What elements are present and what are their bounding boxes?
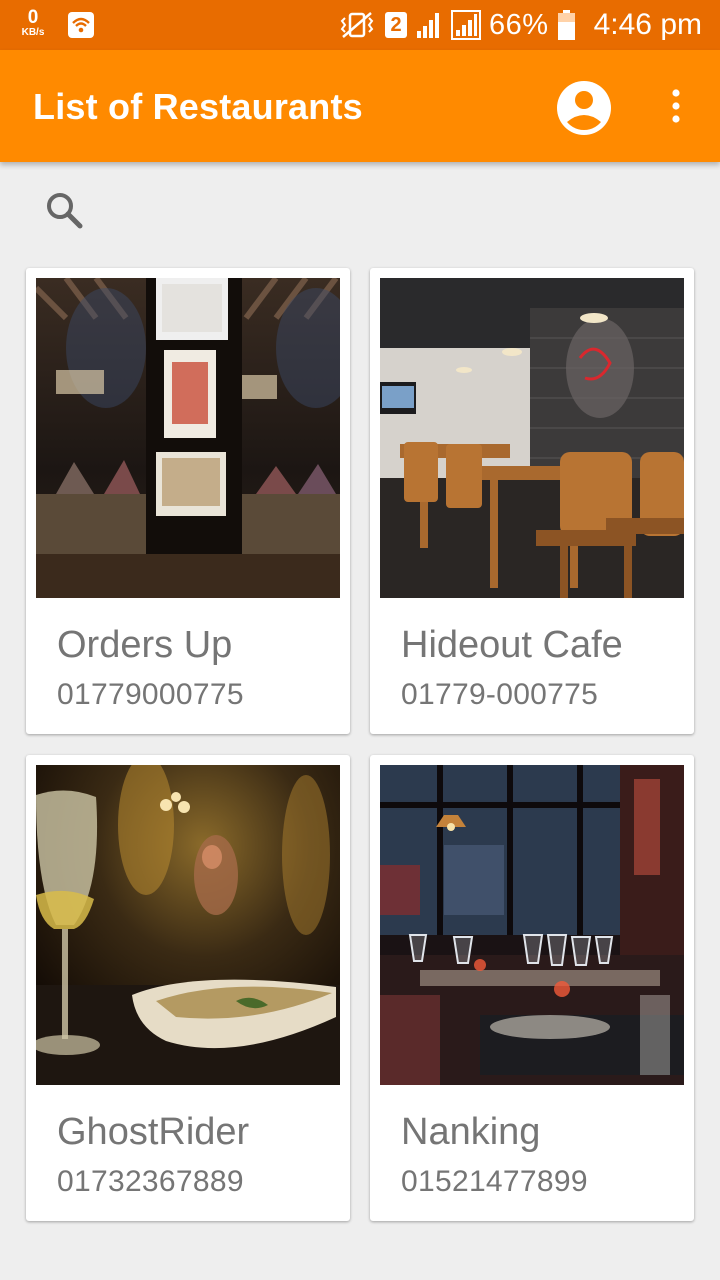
network-speed-value: 0 [27,7,39,28]
account-button[interactable] [554,78,614,138]
clock: 4:46 pm [593,8,702,41]
restaurant-image [36,278,340,598]
search-button[interactable] [40,186,88,234]
wifi-app-icon [68,12,94,38]
restaurant-name: Orders Up [57,624,233,666]
signal-icon [451,10,482,40]
restaurant-name: Hideout Cafe [401,624,623,666]
app-bar: List of Restaurants [0,50,720,162]
overflow-menu-button[interactable] [660,82,692,132]
restaurant-phone: 01779-000775 [401,678,599,711]
network-speed-unit: KB/s [21,27,45,38]
account-circle-icon [557,81,611,135]
restaurant-image [380,278,684,598]
restaurant-card[interactable]: GhostRider 01732367889 [26,755,350,1221]
sim-slot: 2 [390,14,402,36]
more-vert-icon [672,89,680,123]
page-title: List of Restaurants [33,86,363,127]
network-speed: 0 KB/s [16,8,50,38]
battery-percent: 66% [489,8,549,41]
restaurant-name: Nanking [401,1111,541,1153]
sim-icon: 2 [385,12,408,38]
restaurant-image [36,765,340,1085]
restaurant-card[interactable]: Nanking 01521477899 [370,755,694,1221]
vibrate-icon [340,12,374,38]
battery-icon [557,10,575,40]
search-icon [47,193,83,229]
restaurant-card[interactable]: Orders Up 01779000775 [26,268,350,734]
restaurant-name: GhostRider [57,1111,250,1153]
restaurant-card[interactable]: Hideout Cafe 01779-000775 [370,268,694,734]
restaurant-image [380,765,684,1085]
restaurant-phone: 01732367889 [57,1165,244,1198]
status-bar: 0 KB/s 2 66% 4:46 pm [0,0,720,50]
signal-icon [417,13,440,38]
restaurant-phone: 01779000775 [57,678,244,711]
restaurant-phone: 01521477899 [401,1165,588,1198]
